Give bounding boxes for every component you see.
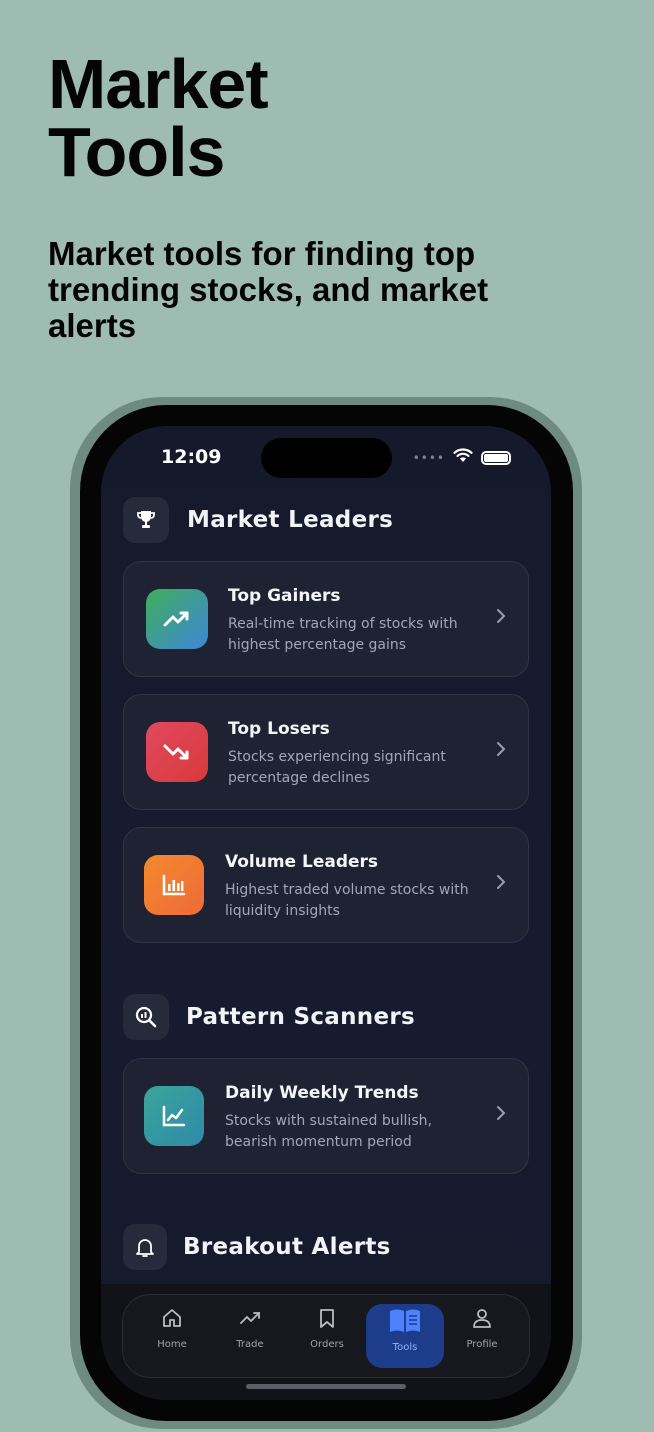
card-title: Volume Leaders xyxy=(225,852,379,872)
nav-trade[interactable]: Trade xyxy=(218,1307,282,1367)
section-breakout-alerts: Breakout Alerts xyxy=(123,1224,391,1270)
card-title: Top Losers xyxy=(228,719,330,739)
bell-icon xyxy=(123,1224,167,1270)
section-market-leaders: Market Leaders xyxy=(123,497,393,543)
home-icon xyxy=(161,1307,183,1333)
nav-tools[interactable]: Tools xyxy=(366,1304,444,1368)
section-title: Pattern Scanners xyxy=(186,1004,415,1030)
nav-label: Profile xyxy=(466,1339,498,1350)
status-icons: •••• xyxy=(413,448,511,467)
chevron-right-icon xyxy=(496,1105,506,1125)
card-top-gainers[interactable]: Top Gainers Real-time tracking of stocks… xyxy=(123,561,529,677)
cellular-signal-icon: •••• xyxy=(412,450,445,465)
dynamic-island xyxy=(261,438,392,478)
hero-title: Market Tools xyxy=(48,45,269,191)
status-time: 12:09 xyxy=(161,446,222,468)
line-chart-icon xyxy=(144,1086,204,1146)
hero-title-line2: Tools xyxy=(48,113,225,191)
wifi-icon xyxy=(453,448,473,467)
nav-orders[interactable]: Orders xyxy=(295,1307,359,1367)
chevron-right-icon xyxy=(496,608,506,628)
trending-up-icon xyxy=(146,589,208,649)
hero-subtitle: Market tools for finding top trending st… xyxy=(48,235,489,344)
person-icon xyxy=(471,1307,493,1333)
bar-chart-icon xyxy=(144,855,204,915)
nav-home[interactable]: Home xyxy=(140,1307,204,1367)
section-pattern-scanners: Pattern Scanners xyxy=(123,994,415,1040)
card-top-losers[interactable]: Top Losers Stocks experiencing significa… xyxy=(123,694,529,810)
phone-screen: 12:09 •••• Market Leaders Top Gainers Re… xyxy=(101,426,551,1400)
trending-down-icon xyxy=(146,722,208,782)
bookmark-icon xyxy=(316,1307,338,1333)
nav-label: Home xyxy=(157,1339,187,1350)
chevron-right-icon xyxy=(496,874,506,894)
nav-label: Trade xyxy=(236,1339,264,1350)
card-description: Stocks with sustained bullish, bearish m… xyxy=(225,1113,432,1150)
nav-label: Tools xyxy=(392,1342,418,1353)
home-indicator[interactable] xyxy=(246,1384,406,1389)
magnify-chart-icon xyxy=(123,994,169,1040)
book-icon xyxy=(388,1307,422,1339)
chevron-right-icon xyxy=(496,741,506,761)
hero-title-line1: Market xyxy=(48,45,269,123)
nav-profile[interactable]: Profile xyxy=(450,1307,514,1367)
card-description: Stocks experiencing significant percenta… xyxy=(228,749,446,786)
section-title: Breakout Alerts xyxy=(183,1234,391,1260)
card-volume-leaders[interactable]: Volume Leaders Highest traded volume sto… xyxy=(123,827,529,943)
card-title: Top Gainers xyxy=(228,586,341,606)
battery-icon xyxy=(481,450,511,465)
card-description: Real-time tracking of stocks with highes… xyxy=(228,616,458,653)
trophy-icon xyxy=(123,497,169,543)
card-title: Daily Weekly Trends xyxy=(225,1083,419,1103)
section-title: Market Leaders xyxy=(187,507,394,533)
bottom-nav: Home Trade Orders Tools Profile xyxy=(122,1294,530,1378)
card-description: Highest traded volume stocks with liquid… xyxy=(225,882,469,919)
nav-label: Orders xyxy=(310,1339,344,1350)
trend-icon xyxy=(239,1307,261,1333)
card-daily-weekly-trends[interactable]: Daily Weekly Trends Stocks with sustaine… xyxy=(123,1058,529,1174)
